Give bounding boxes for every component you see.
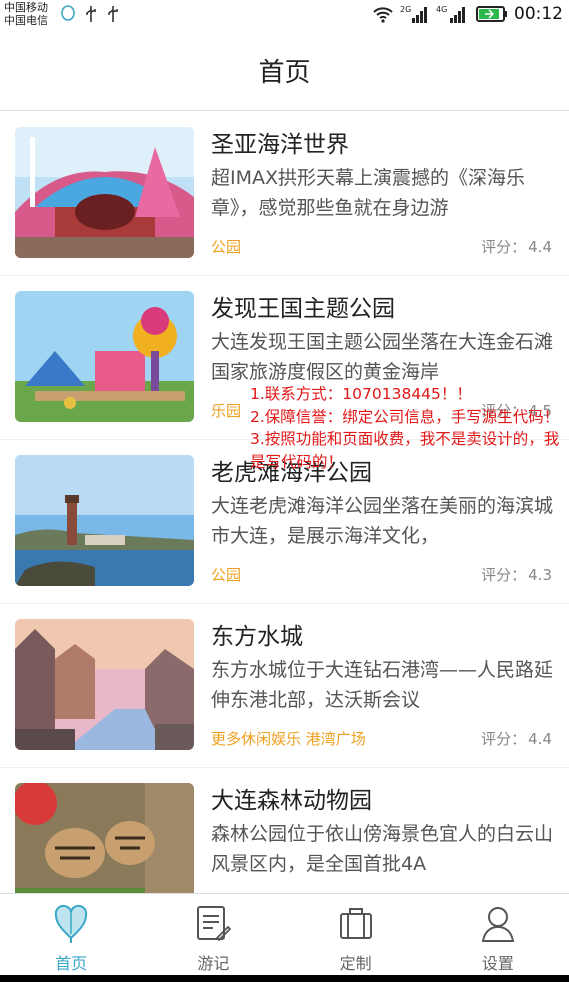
item-rating: 评分： 4.3 <box>481 564 552 585</box>
overlay-line-2: 2.保障信誉：绑定公司信息，手写源生代码！ <box>250 407 560 426</box>
page-title: 首页 <box>258 58 311 88</box>
carrier-2: 中国电信 <box>4 14 48 27</box>
item-title: 东方水城 <box>211 624 303 650</box>
watermark-overlay: 1.联系方式：1070138445！！ 2.保障信誉：绑定公司信息，手写源生代码… <box>250 383 560 473</box>
rating-value: 4.4 <box>528 730 552 748</box>
battery-icon <box>476 6 507 22</box>
usb-icon <box>86 6 96 22</box>
list-item[interactable]: 圣亚海洋世界 超IMAX拱形天幕上演震撼的《深海乐章》，感觉那些鱼就在身边游 公… <box>0 111 569 276</box>
signal-icon-2: 4G <box>436 5 465 23</box>
item-description: 东方水城位于大连钻石港湾——人民路延伸东港北部，达沃斯会议 <box>211 659 554 711</box>
network-type-1: 2G <box>400 5 411 14</box>
list-item[interactable]: 东方水城 东方水城位于大连钻石港湾——人民路延伸东港北部，达沃斯会议 更多休闲娱… <box>0 603 569 768</box>
rating-label: 评分： <box>481 238 527 256</box>
rating-value: 4.3 <box>528 566 552 584</box>
item-tag[interactable]: 乐园 <box>211 400 241 421</box>
overlay-line-1: 1.联系方式：1070138445！！ <box>250 385 472 403</box>
network-type-2: 4G <box>436 5 447 14</box>
item-tag[interactable]: 公园 <box>211 564 241 585</box>
item-thumbnail <box>15 783 194 893</box>
tab-home[interactable]: 首页 <box>0 894 142 976</box>
user-icon <box>481 907 515 942</box>
item-thumbnail <box>15 455 194 586</box>
rating-value: 4.4 <box>528 238 552 256</box>
tab-label: 定制 <box>339 954 372 973</box>
item-description: 森林公园位于依山傍海景色宜人的白云山风景区内，是全国首批4A <box>211 823 554 875</box>
app-header: 首页 <box>0 30 569 111</box>
wifi-icon <box>373 7 393 23</box>
clock: 00:12 <box>514 4 563 24</box>
item-title: 发现王国主题公园 <box>211 296 395 322</box>
bottom-tab-bar: 首页 游记 定制 设置 <box>0 893 569 976</box>
item-tag[interactable]: 公园 <box>211 236 241 257</box>
notebook-pen-icon <box>197 906 232 942</box>
overlay-line-3: 3.按照功能和页面收费，我不是卖设计的，我是写代码的！ <box>250 430 560 471</box>
item-rating: 评分： 4.4 <box>481 728 552 749</box>
rating-label: 评分： <box>481 730 527 748</box>
item-thumbnail <box>15 619 194 750</box>
briefcase-icon <box>339 908 372 939</box>
attraction-list[interactable]: 圣亚海洋世界 超IMAX拱形天幕上演震撼的《深海乐章》，感觉那些鱼就在身边游 公… <box>0 111 569 893</box>
qq-icon <box>61 5 75 21</box>
heart-pin-icon <box>55 904 88 943</box>
rating-label: 评分： <box>481 566 527 584</box>
tab-travel-notes[interactable]: 游记 <box>142 894 284 976</box>
usb-icon-2 <box>108 6 118 22</box>
item-thumbnail <box>15 127 194 258</box>
tab-label: 游记 <box>197 954 230 973</box>
tab-label: 设置 <box>481 954 514 973</box>
tab-custom[interactable]: 定制 <box>285 894 427 976</box>
item-description: 超IMAX拱形天幕上演震撼的《深海乐章》，感觉那些鱼就在身边游 <box>211 167 526 219</box>
item-description: 大连老虎滩海洋公园坐落在美丽的海滨城市大连，是展示海洋文化， <box>211 495 554 547</box>
carrier-1: 中国移动 <box>4 1 48 14</box>
item-thumbnail <box>15 291 194 422</box>
status-icons-right: 2G 4G 00:12 <box>372 4 563 24</box>
item-tag[interactable]: 更多休闲娱乐 港湾广场 <box>211 728 366 749</box>
item-rating: 评分： 4.4 <box>481 236 552 257</box>
item-title: 大连森林动物园 <box>211 788 372 814</box>
system-nav-strip <box>0 975 569 982</box>
signal-icon-1: 2G <box>400 5 427 23</box>
item-description: 大连发现王国主题公园坐落在大连金石滩国家旅游度假区的黄金海岸 <box>211 331 554 383</box>
status-bar: 中国移动 中国电信 2G 4G 00:12 <box>0 0 569 30</box>
carrier-info: 中国移动 中国电信 <box>4 1 48 27</box>
status-icons-left <box>60 5 120 23</box>
tab-settings[interactable]: 设置 <box>427 894 569 976</box>
list-item[interactable]: 大连森林动物园 森林公园位于依山傍海景色宜人的白云山风景区内，是全国首批4A <box>0 767 569 893</box>
item-title: 圣亚海洋世界 <box>211 132 349 158</box>
tab-label: 首页 <box>55 954 88 973</box>
